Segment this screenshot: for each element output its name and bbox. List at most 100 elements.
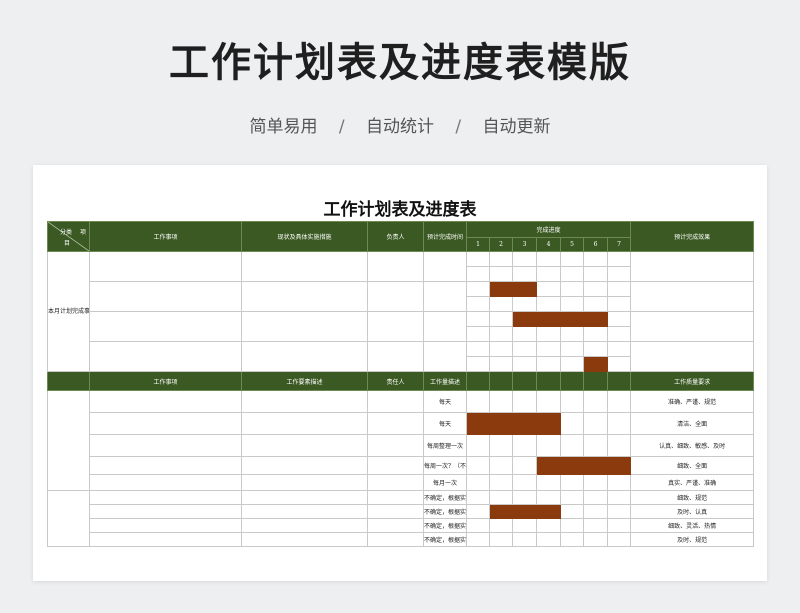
key-points-cell	[241, 434, 368, 457]
progress-cell	[560, 281, 584, 297]
progress-cell	[583, 326, 608, 342]
header-day-6: 6	[583, 237, 608, 252]
key-points-cell	[241, 474, 368, 491]
progress-bar-cell	[512, 281, 537, 297]
progress-cell	[606, 251, 632, 267]
progress-bar-cell	[512, 504, 537, 519]
progress-cell	[560, 474, 584, 491]
progress-cell	[489, 518, 513, 533]
progress-bar-cell	[466, 412, 490, 435]
progress-bar-cell	[536, 504, 561, 519]
quality-cell: 清洁、全面	[630, 412, 755, 435]
progress-cell	[560, 356, 584, 372]
workload-cell: 每周一次？（不包括周末）	[423, 456, 467, 475]
section2-group-cell	[47, 490, 90, 547]
key-points-cell	[241, 504, 368, 519]
owner-cell	[367, 390, 424, 413]
table-cell	[89, 311, 242, 342]
table-cell	[241, 311, 368, 342]
header-blank	[47, 371, 90, 391]
key-points-cell	[241, 490, 368, 505]
progress-cell	[606, 311, 632, 327]
table-cell	[241, 341, 368, 372]
progress-cell	[560, 326, 584, 342]
progress-cell	[583, 296, 608, 312]
header-day-1: 1	[466, 237, 490, 252]
task-cell	[89, 456, 242, 475]
separator: /	[338, 117, 345, 137]
quality-cell: 细致、全面	[630, 456, 755, 475]
workload-cell: 不确定，根据实际需要	[423, 504, 467, 519]
progress-cell	[606, 504, 632, 519]
progress-cell	[512, 532, 537, 547]
corner-label-mu: 目	[64, 240, 71, 247]
owner-cell	[367, 490, 424, 505]
tag-auto-stats: 自动统计	[366, 117, 434, 137]
progress-cell	[606, 281, 632, 297]
workload-cell: 不确定，根据实际需要	[423, 490, 467, 505]
progress-cell	[466, 296, 490, 312]
progress-cell	[536, 296, 561, 312]
spreadsheet-card: 工作计划表及进度表 分类项目工作事项 现状及具体实施措施 负责人 预计完成时间 完成进度…	[33, 165, 767, 581]
progress-bar-cell	[536, 456, 561, 475]
progress-cell	[583, 341, 608, 357]
quality-cell: 及时、规范	[630, 532, 755, 547]
progress-cell	[536, 281, 561, 297]
owner-cell	[367, 434, 424, 457]
header-owner: 负责人	[367, 221, 424, 252]
progress-cell	[512, 341, 537, 357]
progress-cell	[489, 532, 513, 547]
progress-cell	[606, 474, 632, 491]
progress-cell	[606, 532, 632, 547]
progress-cell	[466, 456, 490, 475]
table-cell	[423, 251, 467, 282]
table-cell	[630, 281, 755, 312]
progress-cell	[512, 490, 537, 505]
table-cell	[241, 251, 368, 282]
header-day-7: 7	[606, 237, 632, 252]
progress-cell	[536, 434, 561, 457]
table-cell	[367, 251, 424, 282]
progress-cell	[606, 390, 632, 413]
header2-amount: 工作量描述	[423, 371, 467, 391]
progress-cell	[560, 390, 584, 413]
table-cell	[630, 341, 755, 372]
progress-cell	[489, 311, 513, 327]
progress-bar-cell	[489, 504, 513, 519]
progress-bar-cell	[512, 412, 537, 435]
progress-cell	[512, 456, 537, 475]
progress-cell	[466, 356, 490, 372]
tag-auto-update: 自动更新	[482, 117, 551, 137]
header-task: 工作事项	[89, 221, 242, 252]
table-cell	[89, 281, 242, 312]
separator: /	[455, 117, 462, 137]
progress-cell	[606, 356, 632, 372]
progress-cell	[583, 474, 608, 491]
table-cell	[630, 311, 755, 342]
header-result: 预计完成效果	[630, 221, 755, 252]
progress-bar-cell	[536, 311, 561, 327]
task-cell	[89, 434, 242, 457]
tag-easy: 简单易用	[249, 117, 318, 137]
progress-cell	[606, 412, 632, 435]
progress-cell	[512, 434, 537, 457]
progress-cell	[489, 456, 513, 475]
progress-cell	[560, 504, 584, 519]
progress-cell	[606, 518, 632, 533]
workload-cell: 不确定，根据实际需要	[423, 532, 467, 547]
progress-cell	[560, 490, 584, 505]
header2-day-cell	[606, 371, 632, 391]
owner-cell	[367, 518, 424, 533]
header2-day-cell	[583, 371, 608, 391]
task-cell	[89, 390, 242, 413]
progress-cell	[536, 490, 561, 505]
progress-cell	[583, 412, 608, 435]
progress-cell	[489, 390, 513, 413]
table-cell	[89, 341, 242, 372]
task-cell	[89, 518, 242, 533]
owner-cell	[367, 412, 424, 435]
progress-cell	[606, 326, 632, 342]
task-cell	[89, 490, 242, 505]
progress-bar-cell	[489, 412, 513, 435]
key-points-cell	[241, 456, 368, 475]
